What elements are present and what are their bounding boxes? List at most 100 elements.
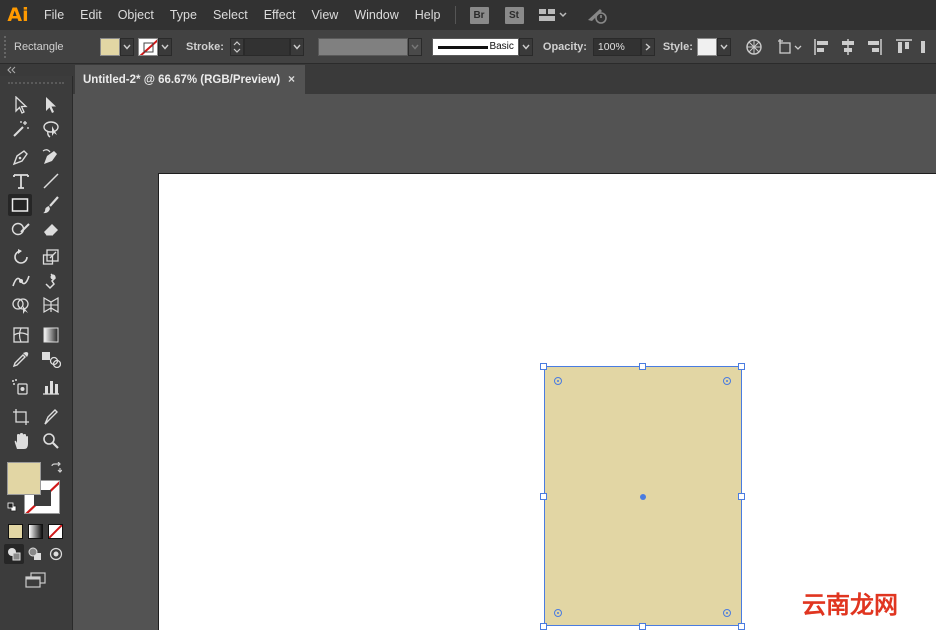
menu-select[interactable]: Select [205, 0, 256, 30]
draw-inside-icon[interactable] [46, 544, 66, 564]
color-mode-button[interactable] [8, 524, 23, 539]
swap-fill-stroke-icon[interactable] [50, 461, 63, 477]
menu-help[interactable]: Help [407, 0, 449, 30]
column-graph-tool[interactable] [39, 376, 63, 398]
none-mode-button[interactable] [48, 524, 63, 539]
opacity-expand[interactable] [640, 37, 655, 56]
tools-grip[interactable] [8, 82, 64, 84]
symbol-sprayer-tool[interactable] [9, 376, 33, 398]
align-to-icon[interactable] [777, 38, 803, 56]
curvature-tool[interactable] [39, 146, 63, 168]
align-center-icon[interactable] [839, 38, 857, 56]
brush-definition-field[interactable]: Basic [431, 37, 519, 56]
magic-wand-tool[interactable] [9, 118, 33, 140]
resize-handle-top-right[interactable] [738, 363, 745, 370]
stroke-weight-field[interactable] [243, 37, 290, 56]
menu-file[interactable]: File [36, 0, 72, 30]
resize-handle-top-left[interactable] [540, 363, 547, 370]
fill-swatch[interactable] [100, 37, 120, 56]
stock-button[interactable]: St [504, 6, 524, 24]
resize-handle-bottom-left[interactable] [540, 623, 547, 630]
draw-behind-icon[interactable] [25, 544, 45, 564]
variable-width-dropdown[interactable] [407, 37, 422, 56]
resize-handle-right[interactable] [738, 493, 745, 500]
graphic-style-dropdown[interactable] [716, 37, 731, 56]
watermark-logo: 云南龙网 [802, 591, 898, 619]
canvas-area[interactable] [74, 94, 936, 630]
menu-window[interactable]: Window [346, 0, 406, 30]
line-segment-tool[interactable] [39, 170, 63, 192]
fill-color-box-front[interactable] [7, 462, 41, 495]
perspective-grid-tool[interactable] [39, 294, 63, 316]
variable-width-profile[interactable] [317, 37, 408, 56]
tool-name-label: Rectangle [14, 40, 64, 53]
bridge-button[interactable]: Br [469, 6, 489, 24]
chevron-right-icon [645, 42, 651, 51]
mesh-tool[interactable] [9, 324, 33, 346]
corner-widget-top-left[interactable] [554, 377, 562, 385]
selection-tool[interactable] [9, 94, 33, 116]
paintbrush-tool[interactable] [39, 194, 63, 216]
brush-dropdown[interactable] [518, 37, 533, 56]
collapse-panel-icon[interactable] [6, 66, 16, 74]
align-top-icon[interactable] [895, 38, 913, 56]
pen-tool[interactable] [9, 146, 33, 168]
arrange-documents-icon[interactable] [538, 8, 568, 22]
artboard[interactable] [159, 174, 936, 630]
no-stroke-icon [139, 38, 157, 55]
blend-tool[interactable] [39, 348, 63, 370]
resize-handle-bottom-right[interactable] [738, 623, 745, 630]
fill-dropdown[interactable] [120, 37, 134, 56]
gradient-tool[interactable] [39, 324, 63, 346]
shaper-tool[interactable] [9, 218, 33, 240]
resize-handle-top[interactable] [639, 363, 646, 370]
tools-panel-header[interactable] [0, 64, 73, 76]
draw-normal-icon[interactable] [4, 544, 24, 564]
shape-builder-tool[interactable] [9, 294, 33, 316]
corner-widget-top-right[interactable] [723, 377, 731, 385]
eraser-tool[interactable] [39, 218, 63, 240]
recolor-artwork-icon[interactable] [745, 38, 763, 56]
corner-widget-bottom-right[interactable] [723, 609, 731, 617]
slice-tool[interactable] [39, 406, 63, 428]
resize-handle-bottom[interactable] [639, 623, 646, 630]
direct-selection-tool[interactable] [39, 94, 63, 116]
align-vertical-center-icon[interactable] [919, 38, 929, 56]
eyedropper-tool[interactable] [9, 348, 33, 370]
gradient-mode-button[interactable] [28, 524, 43, 539]
menu-effect[interactable]: Effect [256, 0, 304, 30]
width-tool[interactable] [9, 270, 33, 292]
artboard-tool[interactable] [9, 406, 33, 428]
menu-view[interactable]: View [303, 0, 346, 30]
align-left-icon[interactable] [813, 38, 831, 56]
menu-type[interactable]: Type [162, 0, 205, 30]
corner-widget-bottom-left[interactable] [554, 609, 562, 617]
menu-object[interactable]: Object [110, 0, 162, 30]
zoom-tool[interactable] [39, 430, 63, 452]
graphic-style-swatch[interactable] [696, 37, 717, 56]
stroke-weight-dropdown[interactable] [289, 37, 304, 56]
align-right-icon[interactable] [865, 38, 883, 56]
opacity-label[interactable]: Opacity: [543, 41, 587, 53]
opacity-field[interactable]: 100% [592, 37, 641, 56]
stroke-weight-stepper[interactable] [229, 37, 244, 56]
document-tab[interactable]: Untitled-2* @ 66.67% (RGB/Preview) × [75, 65, 305, 94]
brush-stroke-preview [437, 45, 488, 49]
rotate-tool[interactable] [9, 246, 33, 268]
rectangle-tool[interactable] [8, 194, 32, 216]
puppet-warp-tool[interactable] [39, 270, 63, 292]
close-tab-icon[interactable]: × [288, 72, 295, 86]
hand-tool[interactable] [9, 430, 33, 452]
sync-settings-icon[interactable] [586, 6, 608, 24]
menu-edit[interactable]: Edit [72, 0, 110, 30]
panel-grip[interactable] [4, 35, 10, 58]
screen-mode-icon[interactable] [23, 570, 49, 590]
default-fill-stroke-icon[interactable] [7, 501, 17, 515]
scale-tool[interactable] [39, 246, 63, 268]
stroke-swatch[interactable] [138, 37, 158, 56]
stroke-dropdown[interactable] [158, 37, 172, 56]
resize-handle-left[interactable] [540, 493, 547, 500]
type-tool[interactable] [9, 170, 33, 192]
menu-bar: Ai File Edit Object Type Select Effect V… [0, 0, 936, 30]
lasso-tool[interactable] [39, 118, 63, 140]
